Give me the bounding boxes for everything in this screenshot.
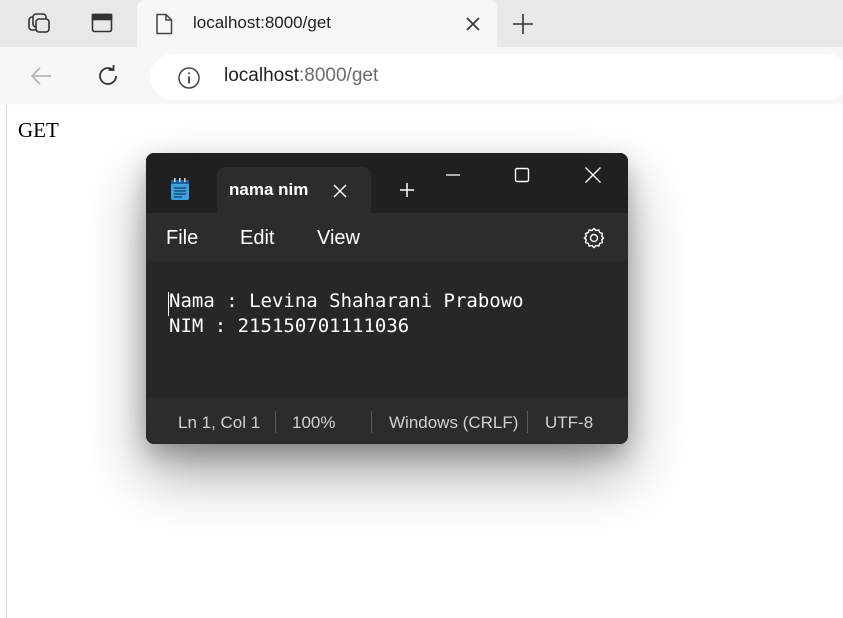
settings-gear-icon[interactable]: [582, 226, 606, 255]
notepad-app-icon: [170, 177, 190, 206]
address-path: :8000/get: [299, 65, 379, 86]
close-window-icon[interactable]: [573, 163, 613, 187]
status-divider: [275, 411, 276, 433]
minimize-icon[interactable]: [433, 163, 473, 187]
status-divider: [527, 411, 528, 433]
close-tab-icon[interactable]: [332, 183, 348, 204]
tab-title: localhost:8000/get: [193, 13, 331, 32]
menu-view[interactable]: View: [317, 227, 360, 250]
maximize-icon[interactable]: [502, 163, 542, 187]
site-info-icon[interactable]: [177, 66, 201, 95]
address-url[interactable]: localhost:8000/get: [224, 65, 378, 87]
notepad-tab-title: nama nim: [229, 180, 309, 199]
address-host: localhost: [224, 65, 299, 86]
close-tab-icon[interactable]: [463, 14, 483, 39]
menu-file[interactable]: File: [166, 227, 198, 250]
notepad-statusbar: Ln 1, Col 1 100% Windows (CRLF) UTF-8: [146, 398, 628, 444]
page-icon: [155, 13, 173, 40]
browser-tab-strip: localhost:8000/get: [0, 0, 843, 47]
notepad-menubar: File Edit View: [146, 213, 628, 261]
status-encoding[interactable]: UTF-8: [545, 413, 593, 433]
status-position[interactable]: Ln 1, Col 1: [178, 413, 260, 433]
notepad-tab[interactable]: nama nim: [217, 167, 371, 213]
notepad-text-area[interactable]: Nama : Levina Shaharani Prabowo NIM : 21…: [146, 261, 628, 398]
browser-toolbar: localhost:8000/get: [0, 47, 843, 105]
text-line-1: Nama : Levina Shaharani Prabowo: [169, 290, 524, 312]
menu-edit[interactable]: Edit: [240, 227, 274, 250]
browser-tab-active[interactable]: localhost:8000/get: [137, 0, 497, 47]
new-tab-icon[interactable]: [398, 181, 416, 204]
content-border: [6, 105, 7, 618]
refresh-icon[interactable]: [92, 60, 124, 92]
status-divider: [371, 411, 372, 433]
page-heading: GET: [18, 118, 59, 142]
tab-actions-icon[interactable]: [87, 8, 117, 38]
address-bar[interactable]: localhost:8000/get: [150, 54, 843, 100]
workspaces-icon[interactable]: [24, 8, 54, 38]
text-line-2: NIM : 215150701111036: [169, 315, 410, 337]
notepad-window: nama nim File Edit View Nama: Levina Sh…: [146, 153, 628, 444]
status-line-ending[interactable]: Windows (CRLF): [389, 413, 518, 433]
status-zoom[interactable]: 100%: [292, 413, 335, 433]
back-icon[interactable]: [26, 60, 58, 92]
new-tab-icon[interactable]: [508, 9, 538, 39]
notepad-titlebar[interactable]: nama nim: [146, 153, 628, 213]
